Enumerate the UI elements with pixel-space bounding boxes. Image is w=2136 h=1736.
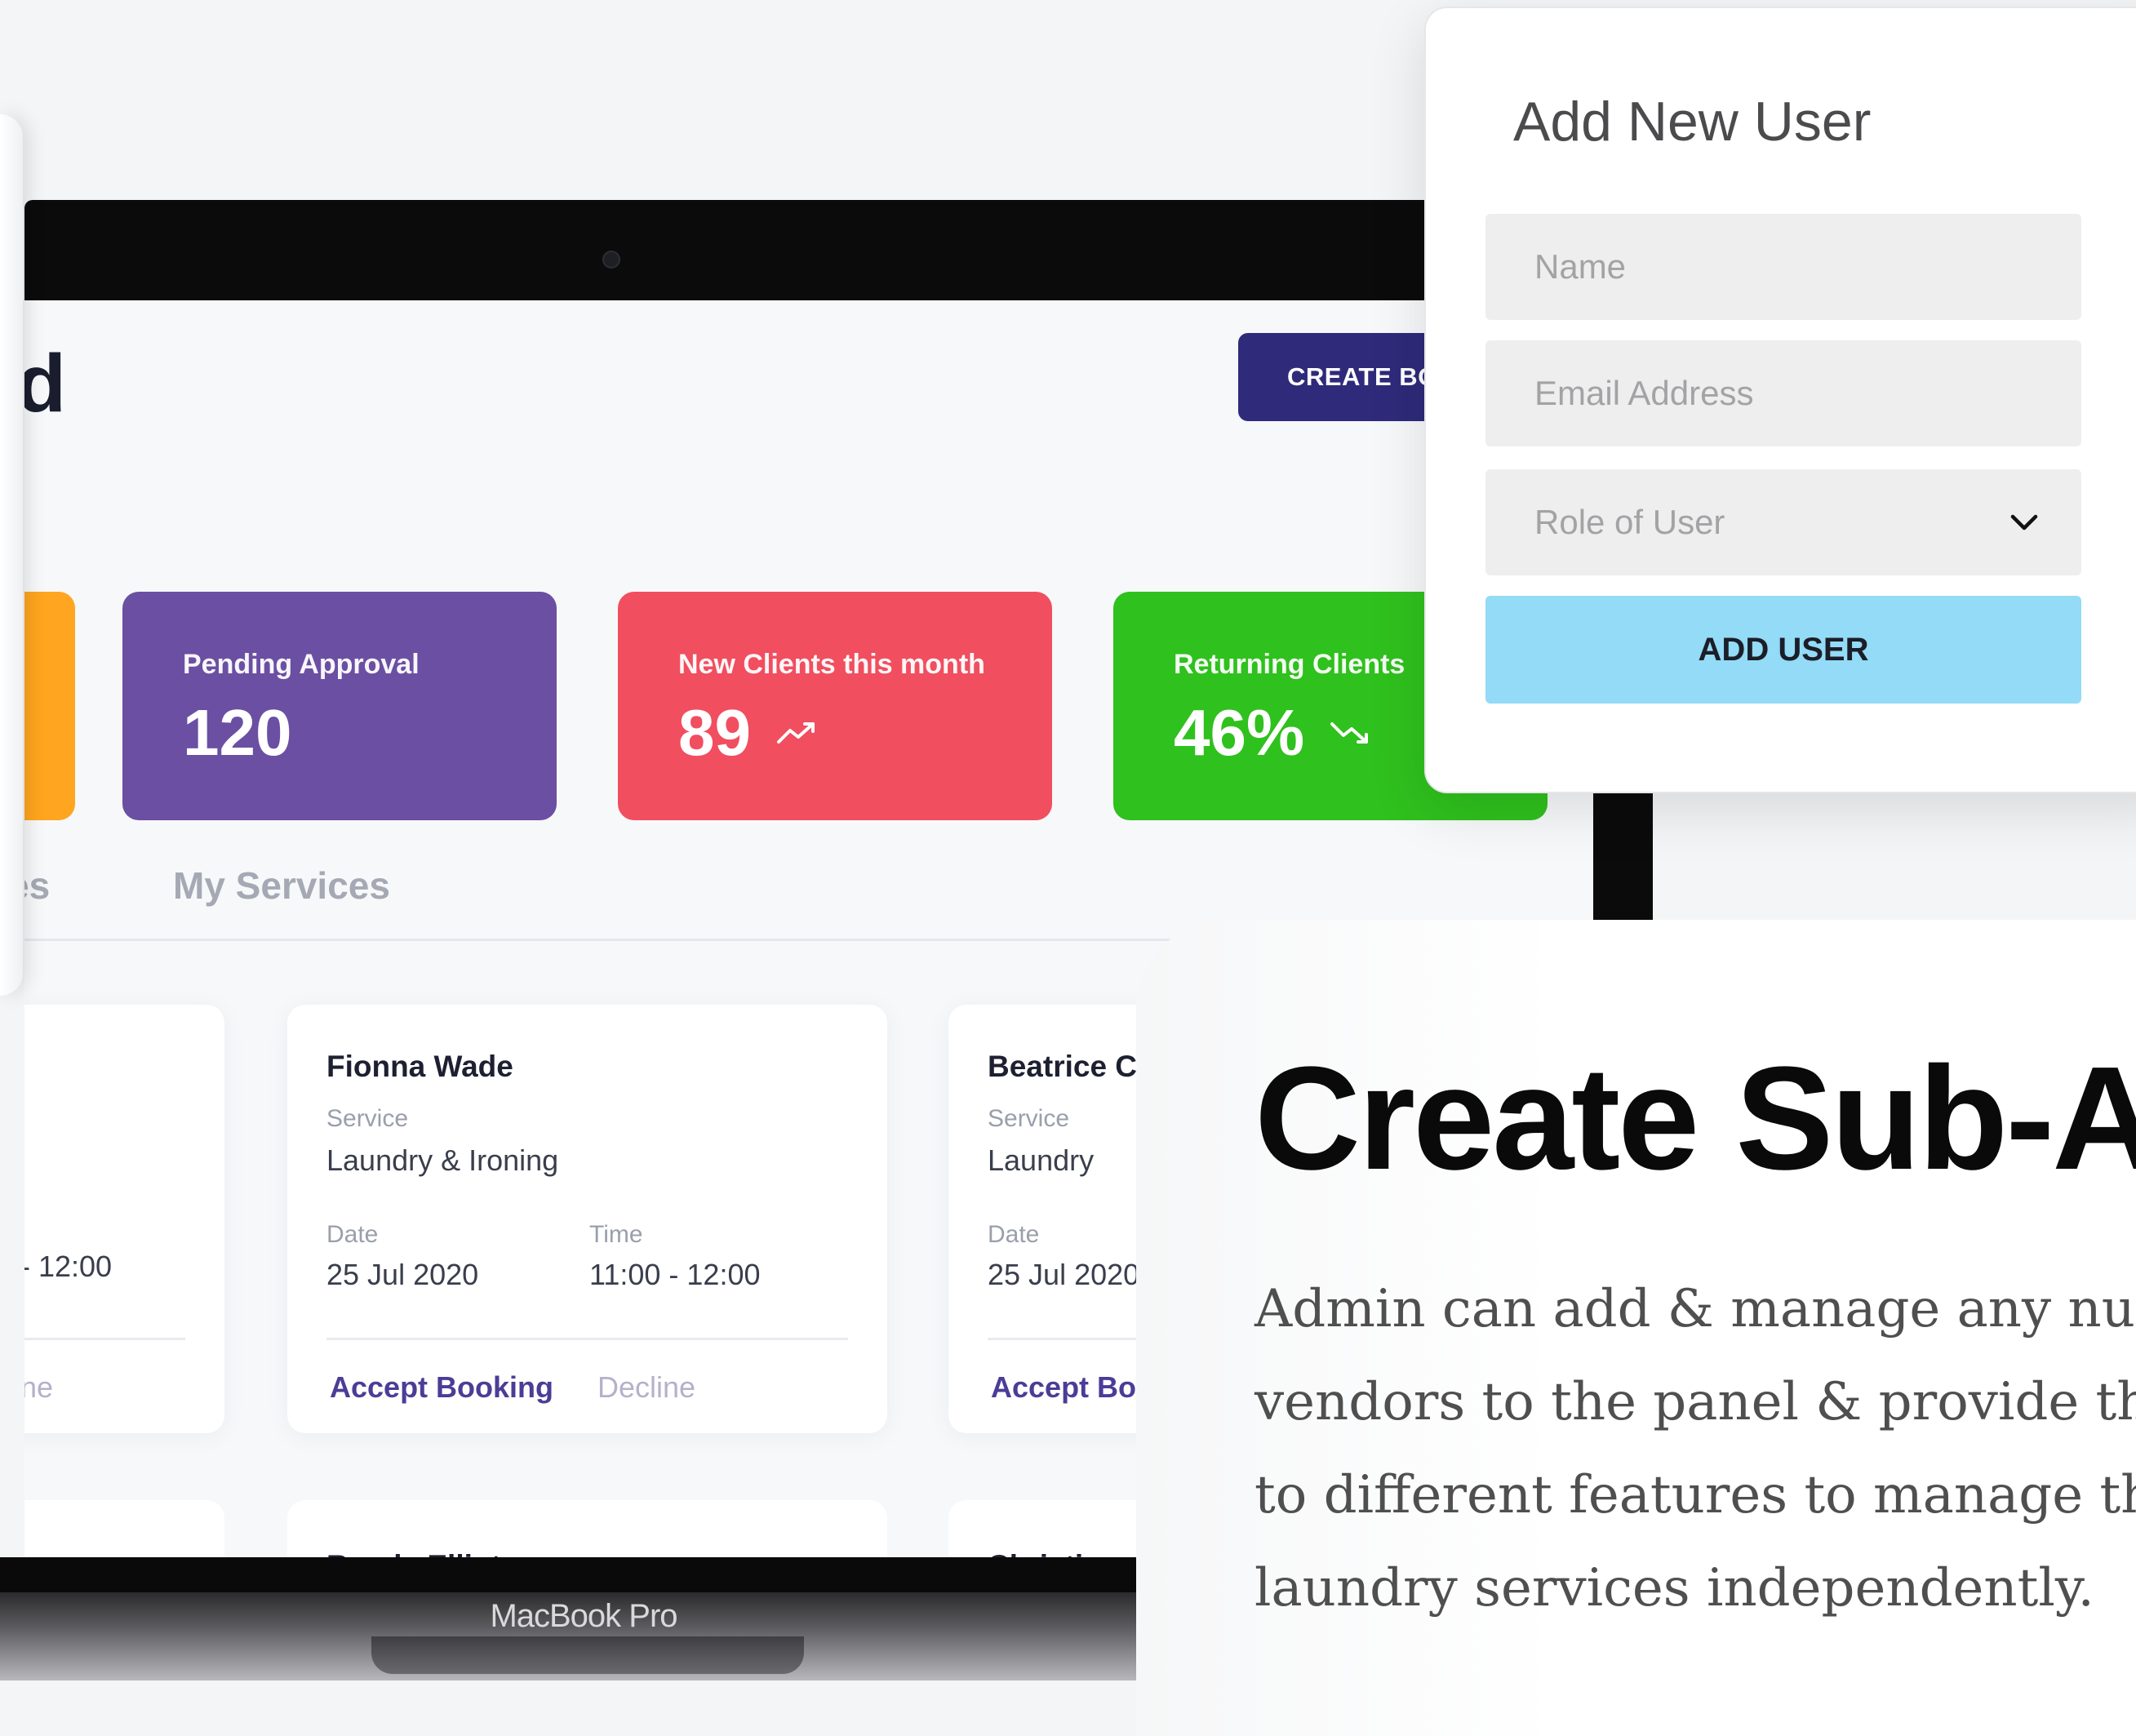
divider	[326, 1338, 848, 1340]
tab-my-services[interactable]: My Services	[173, 864, 390, 908]
stat-value: 120	[183, 696, 292, 769]
date-label: Date	[326, 1221, 379, 1248]
stat-card-pending-approval[interactable]: Pending Approval 120	[122, 592, 557, 820]
decline-link[interactable]: Decline	[597, 1370, 695, 1405]
trend-down-icon	[1330, 722, 1369, 744]
chevron-down-icon	[2010, 514, 2038, 531]
camera-icon	[602, 251, 620, 269]
service-label: Service	[988, 1105, 1070, 1132]
tab-partial[interactable]: es	[24, 864, 50, 908]
time-label: Time	[589, 1221, 643, 1248]
accept-booking-link[interactable]: Accept Booking	[330, 1370, 553, 1405]
stat-label: New Clients this month	[678, 649, 985, 680]
stat-value: 46%	[1174, 696, 1305, 769]
stat-card-partial	[24, 592, 75, 820]
laptop-notch	[371, 1636, 804, 1674]
decline-link[interactable]: ne	[24, 1370, 53, 1405]
client-name: Fionna Wade	[326, 1050, 513, 1083]
date-value: 25 Jul 2020	[988, 1258, 1140, 1291]
booking-card	[24, 1500, 224, 1557]
stat-label: Pending Approval	[183, 649, 420, 680]
promo-card: Create Sub-Ac Admin can add & manage any…	[1136, 920, 2136, 1736]
divider	[24, 1338, 185, 1340]
booking-card: Randy Elliot	[287, 1500, 887, 1557]
service-label: Service	[326, 1105, 409, 1132]
add-user-button[interactable]: ADD USER	[1485, 596, 2081, 704]
role-select[interactable]: Role of User	[1485, 469, 2081, 575]
name-input[interactable]: Name	[1485, 214, 2081, 320]
booking-card: Fionna Wade Service Laundry & Ironing Da…	[287, 1005, 887, 1433]
date-label: Date	[988, 1221, 1040, 1248]
date-value: 25 Jul 2020	[326, 1258, 479, 1291]
stat-value: 89	[678, 696, 751, 769]
service-value: Laundry & Ironing	[326, 1143, 559, 1177]
panel-title: Add New User	[1513, 91, 1872, 153]
time-value: 11:00 - 12:00	[589, 1258, 761, 1291]
page-title: d	[24, 338, 67, 429]
promo-description: Admin can add & manage any nu vendors to…	[1255, 1279, 2136, 1618]
device-label: MacBook Pro	[490, 1598, 677, 1634]
accept-booking-link[interactable]: Accept Boo	[991, 1370, 1154, 1405]
promo-title: Create Sub-Ac	[1255, 1037, 2136, 1201]
email-input[interactable]: Email Address	[1485, 340, 2081, 446]
role-placeholder: Role of User	[1534, 503, 1725, 541]
left-overlay-card	[0, 114, 23, 996]
client-name: Christine	[988, 1549, 1118, 1557]
booking-card: - 12:00 ne	[24, 1005, 224, 1433]
stat-card-new-clients[interactable]: New Clients this month 89	[618, 592, 1052, 820]
add-user-panel: Add New User Name Email Address Role of …	[1424, 7, 2136, 793]
service-value: Laundry	[988, 1143, 1095, 1177]
booking-time: - 12:00	[24, 1250, 113, 1283]
client-name: Randy Elliot	[326, 1549, 501, 1557]
screen-bottom-bezel	[0, 1557, 1139, 1592]
trend-up-icon	[776, 722, 815, 744]
client-name: Beatrice C	[988, 1050, 1138, 1083]
